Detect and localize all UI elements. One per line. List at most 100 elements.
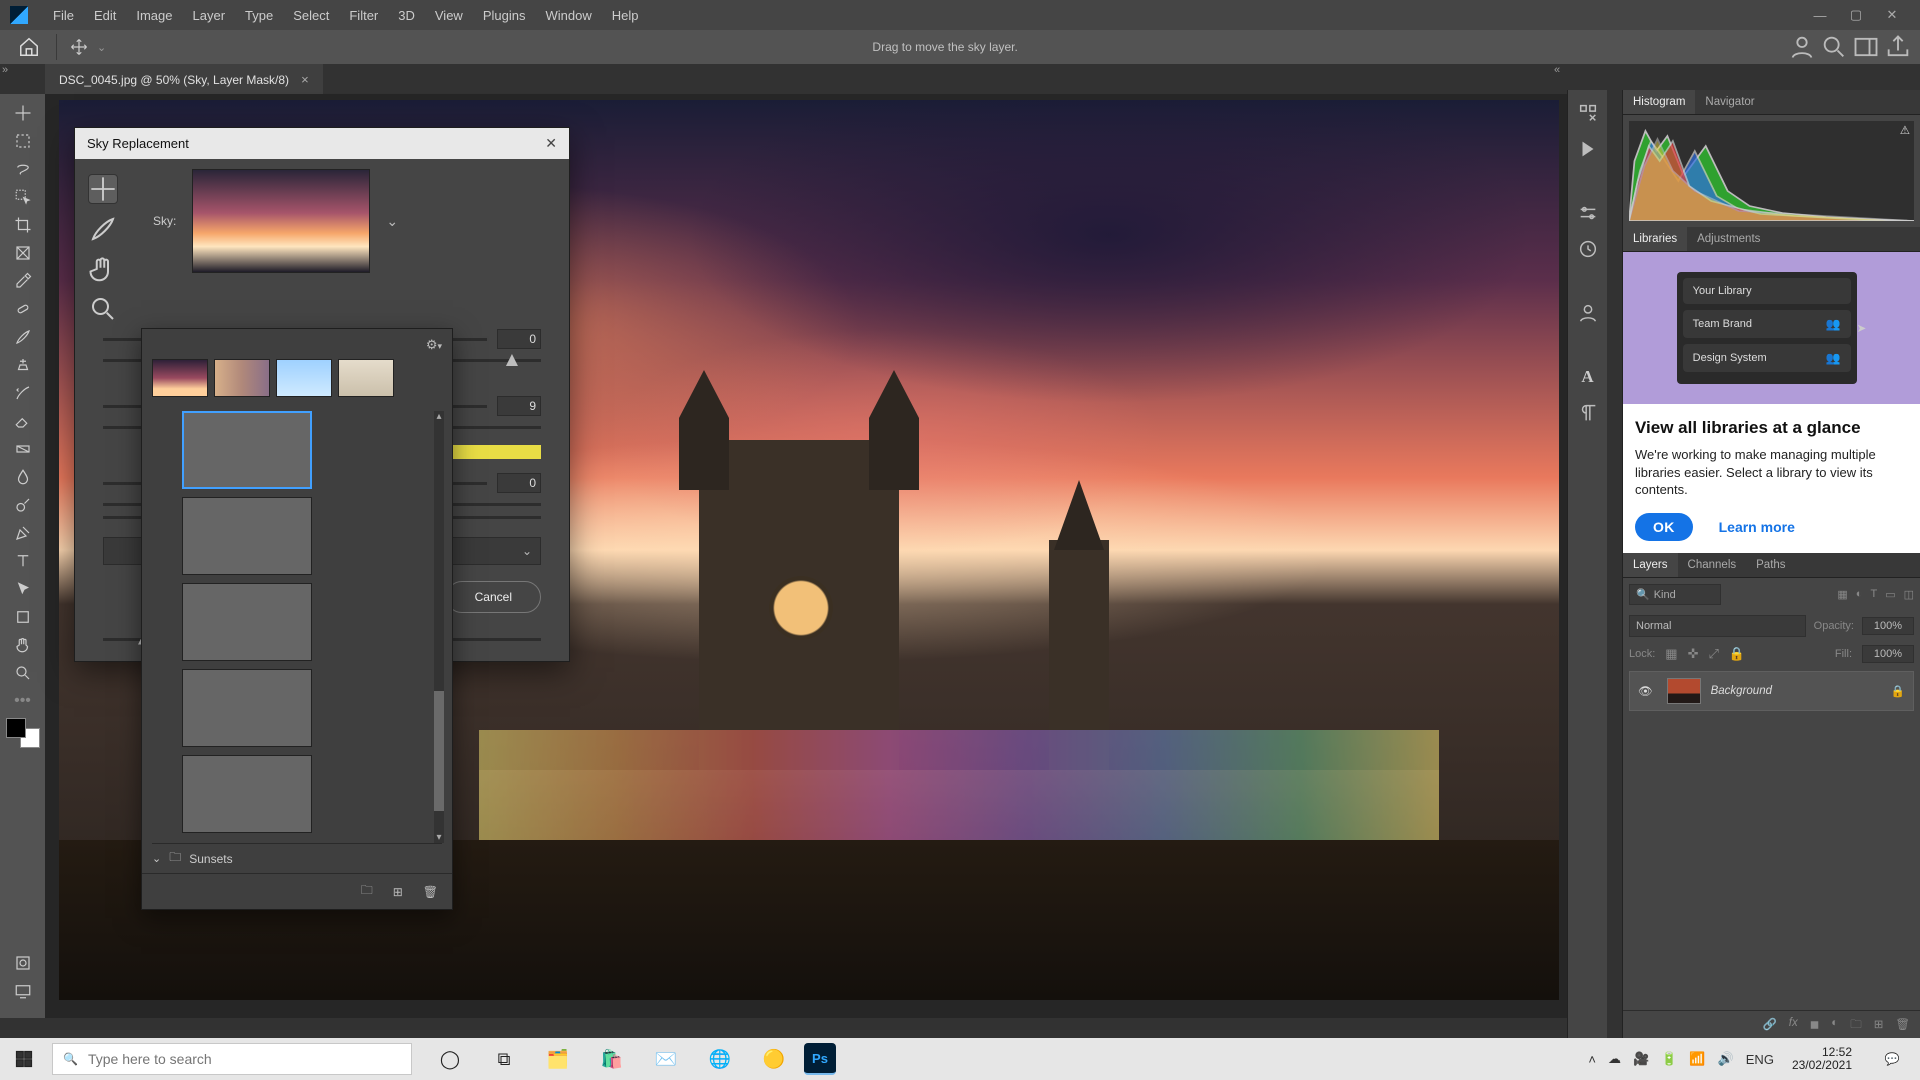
dialog-move-tool[interactable] [88,174,118,204]
fill-value[interactable]: 100% [1862,645,1914,663]
layer-row[interactable]: 👁 Background 🔒 [1629,671,1914,711]
pen-tool[interactable] [7,520,39,546]
tray-chevron-icon[interactable]: ˄ [1588,1052,1596,1067]
recent-sky-thumb[interactable] [338,359,394,397]
tab-adjustments[interactable]: Adjustments [1687,227,1770,251]
microsoft-store-icon[interactable]: 🛍️ [588,1038,636,1080]
lock-icon[interactable]: 🔒 [1891,684,1905,698]
window-maximize[interactable]: ▢ [1838,0,1874,30]
scroll-down-icon[interactable]: ▾ [434,832,444,843]
wifi-icon[interactable]: 📶 [1689,1051,1705,1067]
quick-mask-icon[interactable] [7,950,39,976]
recent-sky-thumb[interactable] [276,359,332,397]
tab-layers[interactable]: Layers [1623,553,1678,577]
recent-sky-thumb[interactable] [152,359,208,397]
task-view-icon[interactable]: ⧉ [480,1038,528,1080]
layer-filter-kind[interactable]: 🔍Kind [1629,584,1721,605]
collapse-handle-left[interactable]: » [2,64,8,76]
adjustment-layer-icon[interactable]: ◐ [1831,1017,1838,1036]
new-layer-icon[interactable]: ⊞ [1874,1017,1884,1036]
window-minimize[interactable]: — [1802,0,1838,30]
sky-thumb[interactable] [182,411,312,489]
action-center-icon[interactable]: 💬 [1870,1038,1914,1080]
sky-thumb[interactable] [182,497,312,575]
scrollbar-thumb[interactable] [434,691,444,811]
paragraph-panel-icon[interactable] [1577,402,1599,424]
scrollbar[interactable]: ▴ ▾ [434,411,444,843]
tab-libraries[interactable]: Libraries [1623,227,1687,251]
path-select-tool[interactable] [7,576,39,602]
foreground-background-swatches[interactable] [6,718,40,748]
sky-thumb[interactable] [182,755,312,833]
menu-window[interactable]: Window [535,8,601,23]
healing-brush-tool[interactable] [7,296,39,322]
blend-mode-select[interactable]: Normal [1629,615,1806,637]
filter-type-icon[interactable]: T [1870,588,1877,601]
collapse-handle-right[interactable]: « [1554,64,1560,76]
blur-tool[interactable] [7,464,39,490]
cancel-button[interactable]: Cancel [446,581,541,613]
tab-histogram[interactable]: Histogram [1623,90,1695,114]
gradient-tool[interactable] [7,436,39,462]
tab-paths[interactable]: Paths [1746,553,1795,577]
menu-file[interactable]: File [43,8,84,23]
menu-view[interactable]: View [425,8,473,23]
document-tab[interactable]: DSC_0045.jpg @ 50% (Sky, Layer Mask/8) × [45,64,323,94]
history-brush-tool[interactable] [7,380,39,406]
new-preset-icon[interactable]: ⊞ [393,885,403,899]
sky-thumb[interactable] [182,583,312,661]
marquee-tool[interactable] [7,128,39,154]
menu-3d[interactable]: 3D [388,8,425,23]
history-panel-icon[interactable] [1577,102,1599,124]
close-icon[interactable]: × [301,72,309,87]
home-icon[interactable] [18,36,40,58]
import-folder-icon[interactable]: 🗀 [361,881,373,902]
chrome-icon[interactable]: 🟡 [750,1038,798,1080]
brightness-value[interactable]: 9 [497,396,541,416]
dodge-tool[interactable] [7,492,39,518]
taskbar-clock[interactable]: 12:52 23/02/2021 [1786,1046,1858,1072]
learn-more-link[interactable]: Learn more [1719,519,1795,535]
cc-account-icon[interactable] [1788,33,1816,61]
hand-tool[interactable] [7,632,39,658]
recent-sky-thumb[interactable] [214,359,270,397]
window-close[interactable]: ✕ [1874,0,1910,30]
menu-plugins[interactable]: Plugins [473,8,536,23]
taskbar-search-input[interactable] [88,1051,401,1067]
cortana-icon[interactable]: ◯ [426,1038,474,1080]
lock-artboard-icon[interactable]: ⤢ [1709,646,1719,662]
file-explorer-icon[interactable]: 🗂️ [534,1038,582,1080]
filter-shape-icon[interactable]: ▭ [1885,588,1895,601]
character-panel-icon[interactable] [1577,302,1599,324]
sky-thumb[interactable] [182,669,312,747]
scale-value[interactable]: 0 [497,473,541,493]
ok-button[interactable]: OK [1635,513,1693,541]
move-tool[interactable] [7,100,39,126]
dialog-titlebar[interactable]: Sky Replacement ✕ [75,128,569,159]
filter-smart-icon[interactable]: ◫ [1904,588,1914,601]
menu-help[interactable]: Help [602,8,649,23]
properties-panel-icon[interactable] [1577,238,1599,260]
sky-folder-row[interactable]: ⌄ 🗀 Sunsets [152,843,442,869]
menu-select[interactable]: Select [283,8,339,23]
start-button[interactable] [0,1038,48,1080]
onedrive-icon[interactable]: ☁ [1608,1051,1621,1067]
workspace-icon[interactable] [1852,33,1880,61]
zoom-tool[interactable] [7,660,39,686]
search-icon[interactable] [1820,33,1848,61]
move-tool-options-icon[interactable] [63,34,95,60]
actions-panel-icon[interactable] [1577,138,1599,160]
taskbar-search[interactable]: 🔍 [52,1043,412,1075]
menu-type[interactable]: Type [235,8,283,23]
tab-navigator[interactable]: Navigator [1695,90,1764,114]
scroll-up-icon[interactable]: ▴ [434,411,444,422]
menu-filter[interactable]: Filter [339,8,388,23]
filter-image-icon[interactable]: ▦ [1837,588,1847,601]
lasso-tool[interactable] [7,156,39,182]
layer-thumbnail[interactable] [1667,678,1701,704]
layer-mask-icon[interactable]: ◼ [1810,1017,1820,1036]
lock-position-icon[interactable]: ✜ [1688,646,1699,662]
adjustments-panel-icon[interactable] [1577,202,1599,224]
options-dropdown-caret[interactable]: ⌄ [97,41,106,54]
frame-tool[interactable] [7,240,39,266]
